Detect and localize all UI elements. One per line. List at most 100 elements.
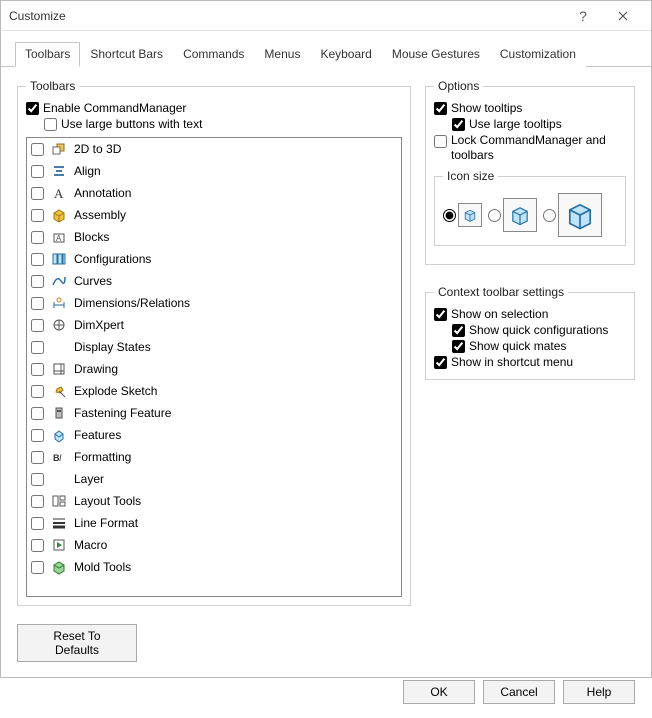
use-large-tooltips-checkbox[interactable] <box>452 118 465 131</box>
tab-commands[interactable]: Commands <box>173 42 254 67</box>
toolbar-item-label: Macro <box>74 538 107 552</box>
toolbar-item-checkbox[interactable] <box>31 407 44 420</box>
help-button[interactable]: ? <box>563 2 603 30</box>
toolbar-item[interactable]: Line Format <box>27 512 401 534</box>
toolbar-item-checkbox[interactable] <box>31 495 44 508</box>
lock-commandmanager-checkbox[interactable] <box>434 135 447 148</box>
show-tooltips-label[interactable]: Show tooltips <box>451 101 522 115</box>
toolbar-item[interactable]: BI Formatting <box>27 446 401 468</box>
tab-shortcut-bars[interactable]: Shortcut Bars <box>80 42 173 67</box>
toolbar-item[interactable]: Dimensions/Relations <box>27 292 401 314</box>
tab-customization[interactable]: Customization <box>490 42 586 67</box>
enable-commandmanager-checkbox[interactable] <box>26 102 39 115</box>
toolbar-item[interactable]: 2D to 3D <box>27 138 401 160</box>
toolbar-item[interactable]: DimXpert <box>27 314 401 336</box>
tab-mouse-gestures[interactable]: Mouse Gestures <box>382 42 490 67</box>
toolbar-item-label: Layout Tools <box>74 494 141 508</box>
toolbar-item-checkbox[interactable] <box>31 539 44 552</box>
tab-toolbars[interactable]: Toolbars <box>15 42 80 67</box>
show-on-selection-label[interactable]: Show on selection <box>451 307 548 321</box>
toolbar-item-checkbox[interactable] <box>31 231 44 244</box>
icon-size-small-preview[interactable] <box>458 203 482 227</box>
show-quick-configurations-label[interactable]: Show quick configurations <box>469 323 608 337</box>
tab-menus[interactable]: Menus <box>254 42 310 67</box>
toolbar-item-checkbox[interactable] <box>31 385 44 398</box>
macro-icon <box>50 536 68 554</box>
toolbar-item[interactable]: Fastening Feature <box>27 402 401 424</box>
enable-commandmanager-label[interactable]: Enable CommandManager <box>43 101 186 115</box>
mold-icon <box>50 558 68 576</box>
reset-to-defaults-button[interactable]: Reset To Defaults <box>17 624 137 662</box>
ok-button[interactable]: OK <box>403 680 475 704</box>
toolbar-item-label: Features <box>74 428 121 442</box>
toolbar-item[interactable]: Align <box>27 160 401 182</box>
toolbar-item-checkbox[interactable] <box>31 143 44 156</box>
use-large-tooltips-label[interactable]: Use large tooltips <box>469 117 562 131</box>
toolbar-item-label: Formatting <box>74 450 131 464</box>
use-large-buttons-checkbox[interactable] <box>44 118 57 131</box>
use-large-buttons-label[interactable]: Use large buttons with text <box>61 117 202 131</box>
toolbar-item-checkbox[interactable] <box>31 187 44 200</box>
help-button-bottom[interactable]: Help <box>563 680 635 704</box>
show-on-selection-checkbox[interactable] <box>434 308 447 321</box>
icon-size-medium-radio[interactable] <box>488 209 501 222</box>
titlebar: Customize ? <box>1 1 651 31</box>
toolbar-item-label: Display States <box>74 340 151 354</box>
show-in-shortcut-label[interactable]: Show in shortcut menu <box>451 355 573 369</box>
toolbar-item[interactable]: Drawing <box>27 358 401 380</box>
toolbar-item-checkbox[interactable] <box>31 473 44 486</box>
toolbar-item[interactable]: Configurations <box>27 248 401 270</box>
cube-icon <box>563 198 597 232</box>
toolbar-item[interactable]: Assembly <box>27 204 401 226</box>
toolbar-item-label: DimXpert <box>74 318 124 332</box>
formatting-icon: BI <box>50 448 68 466</box>
icon-size-medium-preview[interactable] <box>503 198 537 232</box>
toolbar-item-checkbox[interactable] <box>31 165 44 178</box>
toolbar-item[interactable]: AAnnotation <box>27 182 401 204</box>
toolbar-item-checkbox[interactable] <box>31 297 44 310</box>
icon-size-group: Icon size <box>434 169 626 246</box>
lock-commandmanager-label[interactable]: Lock CommandManager and toolbars <box>451 133 626 163</box>
toolbar-item[interactable]: Explode Sketch <box>27 380 401 402</box>
toolbar-item-checkbox[interactable] <box>31 517 44 530</box>
icon-size-large-radio[interactable] <box>543 209 556 222</box>
toolbar-item[interactable]: Layer <box>27 468 401 490</box>
toolbar-item[interactable]: Features <box>27 424 401 446</box>
toolbar-item-checkbox[interactable] <box>31 451 44 464</box>
toolbar-item-checkbox[interactable] <box>31 341 44 354</box>
close-icon <box>618 11 628 21</box>
toolbar-item[interactable]: Curves <box>27 270 401 292</box>
toolbar-item-label: Annotation <box>74 186 131 200</box>
toolbar-item[interactable]: Display States <box>27 336 401 358</box>
toolbar-item-label: Drawing <box>74 362 118 376</box>
toolbar-item-label: Dimensions/Relations <box>74 296 190 310</box>
curves-icon <box>50 272 68 290</box>
show-quick-mates-label[interactable]: Show quick mates <box>469 339 566 353</box>
toolbars-listbox[interactable]: 2D to 3DAlignAAnnotationAssemblyABlocksC… <box>26 137 402 597</box>
toolbar-item-checkbox[interactable] <box>31 429 44 442</box>
toolbar-item-checkbox[interactable] <box>31 363 44 376</box>
icon-size-large-preview[interactable] <box>558 193 602 237</box>
cancel-button[interactable]: Cancel <box>483 680 555 704</box>
show-quick-configurations-checkbox[interactable] <box>452 324 465 337</box>
show-quick-mates-checkbox[interactable] <box>452 340 465 353</box>
toolbar-item-label: 2D to 3D <box>74 142 121 156</box>
toolbar-item[interactable]: Layout Tools <box>27 490 401 512</box>
toolbar-item-checkbox[interactable] <box>31 275 44 288</box>
toolbar-item-checkbox[interactable] <box>31 253 44 266</box>
close-button[interactable] <box>603 2 643 30</box>
toolbar-item[interactable]: Macro <box>27 534 401 556</box>
toolbar-item[interactable]: ABlocks <box>27 226 401 248</box>
show-in-shortcut-checkbox[interactable] <box>434 356 447 369</box>
icon-size-small-radio[interactable] <box>443 209 456 222</box>
toolbar-item-checkbox[interactable] <box>31 561 44 574</box>
toolbar-item-label: Explode Sketch <box>74 384 157 398</box>
toolbar-item-checkbox[interactable] <box>31 319 44 332</box>
svg-text:I: I <box>59 453 62 463</box>
tab-keyboard[interactable]: Keyboard <box>310 42 381 67</box>
options-legend: Options <box>434 79 483 93</box>
toolbar-item[interactable]: Mold Tools <box>27 556 401 578</box>
show-tooltips-checkbox[interactable] <box>434 102 447 115</box>
toolbar-item-checkbox[interactable] <box>31 209 44 222</box>
toolbar-item-label: Curves <box>74 274 112 288</box>
